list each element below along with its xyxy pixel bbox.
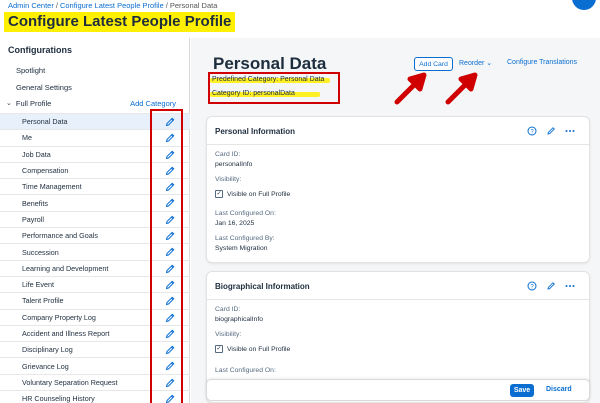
avatar[interactable] xyxy=(572,0,596,10)
add-category-button[interactable]: Add Category xyxy=(130,99,176,108)
reorder-label: Reorder xyxy=(459,60,485,67)
annotation-box-category xyxy=(208,72,340,104)
add-card-button[interactable]: Add Card xyxy=(414,57,453,71)
category-label: HR Counseling History xyxy=(22,394,95,403)
category-label: Talent Profile xyxy=(22,296,64,306)
more-icon[interactable] xyxy=(565,281,575,291)
last-configured-on-label: Last Configured On: xyxy=(215,210,276,217)
card-personal-information: Personal Information ? Card ID: personal… xyxy=(206,116,590,263)
annotation-arrow-icon xyxy=(445,72,478,105)
category-label: Compensation xyxy=(22,166,69,176)
category-label: Voluntary Separation Request xyxy=(22,377,118,387)
configure-translations-button[interactable]: Configure Translations xyxy=(507,59,577,66)
category-label: Job Data xyxy=(22,149,51,159)
breadcrumb-configure-people-profile[interactable]: Configure Latest People Profile xyxy=(60,1,164,10)
category-label: Time Management xyxy=(22,182,82,192)
visible-on-full-profile-checkbox[interactable]: ✓ Visible on Full Profile xyxy=(215,345,290,353)
category-label: Accident and Illness Report xyxy=(22,329,110,338)
checkbox-label: Visible on Full Profile xyxy=(227,190,291,198)
breadcrumb-current: Personal Data xyxy=(169,1,218,10)
breadcrumb-admin-center[interactable]: Admin Center xyxy=(8,1,54,10)
visibility-label: Visibility: xyxy=(215,331,242,338)
card-actions: ? xyxy=(527,126,575,136)
save-button[interactable]: Save xyxy=(510,384,534,397)
reorder-button[interactable]: Reorder ⌄ xyxy=(459,59,492,67)
category-label: Disciplinary Log xyxy=(22,345,73,355)
help-icon[interactable]: ? xyxy=(527,281,537,291)
page-title: Configure Latest People Profile xyxy=(4,12,236,32)
card-actions: ? xyxy=(527,281,575,291)
last-configured-on-label: Last Configured On: xyxy=(215,367,276,374)
annotation-arrow-icon xyxy=(394,72,427,105)
nav-item-label: General Settings xyxy=(16,82,72,92)
breadcrumb-separator: / xyxy=(165,1,168,10)
category-label: Grievance Log xyxy=(22,361,69,371)
category-label: Life Event xyxy=(22,280,54,290)
checkbox-label: Visible on Full Profile xyxy=(227,345,291,353)
last-configured-by-label: Last Configured By: xyxy=(215,235,275,242)
footer-bar: Save Discard xyxy=(206,379,590,401)
card-id-value: biographicalInfo xyxy=(215,316,263,323)
category-label: Learning and Development xyxy=(22,263,109,273)
category-label: Performance and Goals xyxy=(22,231,98,241)
configurations-title: Configurations xyxy=(8,45,72,55)
nav-item-general-settings[interactable]: General Settings xyxy=(0,79,190,95)
last-configured-by-value: System Migration xyxy=(215,245,268,252)
card-title: Biographical Information xyxy=(215,282,310,291)
category-label: Company Property Log xyxy=(22,312,96,322)
more-icon[interactable] xyxy=(565,126,575,136)
help-icon[interactable]: ? xyxy=(527,126,537,136)
category-label: Payroll xyxy=(22,214,44,224)
discard-button[interactable]: Discard xyxy=(546,386,572,393)
category-label: Me xyxy=(22,133,32,143)
card-id-value: personalInfo xyxy=(215,161,253,168)
full-profile-label: Full Profile xyxy=(15,98,52,108)
checkmark-icon: ✓ xyxy=(215,190,223,198)
card-divider xyxy=(207,299,589,300)
breadcrumb: Admin Center / Configure Latest People Pro… xyxy=(8,1,217,10)
edit-icon[interactable] xyxy=(546,281,556,291)
card-id-label: Card ID: xyxy=(215,151,241,158)
checkmark-icon: ✓ xyxy=(215,345,223,353)
card-title: Personal Information xyxy=(215,127,296,136)
visibility-label: Visibility: xyxy=(215,176,242,183)
card-divider xyxy=(207,144,589,145)
nav-item-label: Spotlight xyxy=(16,65,46,75)
nav-item-spotlight[interactable]: Spotlight xyxy=(0,62,190,78)
card-id-label: Card ID: xyxy=(215,306,241,313)
visible-on-full-profile-checkbox[interactable]: ✓ Visible on Full Profile xyxy=(215,190,290,198)
category-label: Personal Data xyxy=(22,117,68,127)
last-configured-on-value: Jan 16, 2025 xyxy=(215,220,255,227)
breadcrumb-separator: / xyxy=(55,1,58,10)
category-label: Succession xyxy=(22,247,59,257)
annotation-box-pencils xyxy=(150,109,183,403)
category-label: Benefits xyxy=(22,198,48,208)
chevron-down-icon[interactable]: ⌄ xyxy=(6,99,12,107)
chevron-down-icon: ⌄ xyxy=(486,60,493,67)
section-title: Personal Data xyxy=(213,54,327,73)
edit-icon[interactable] xyxy=(546,126,556,136)
